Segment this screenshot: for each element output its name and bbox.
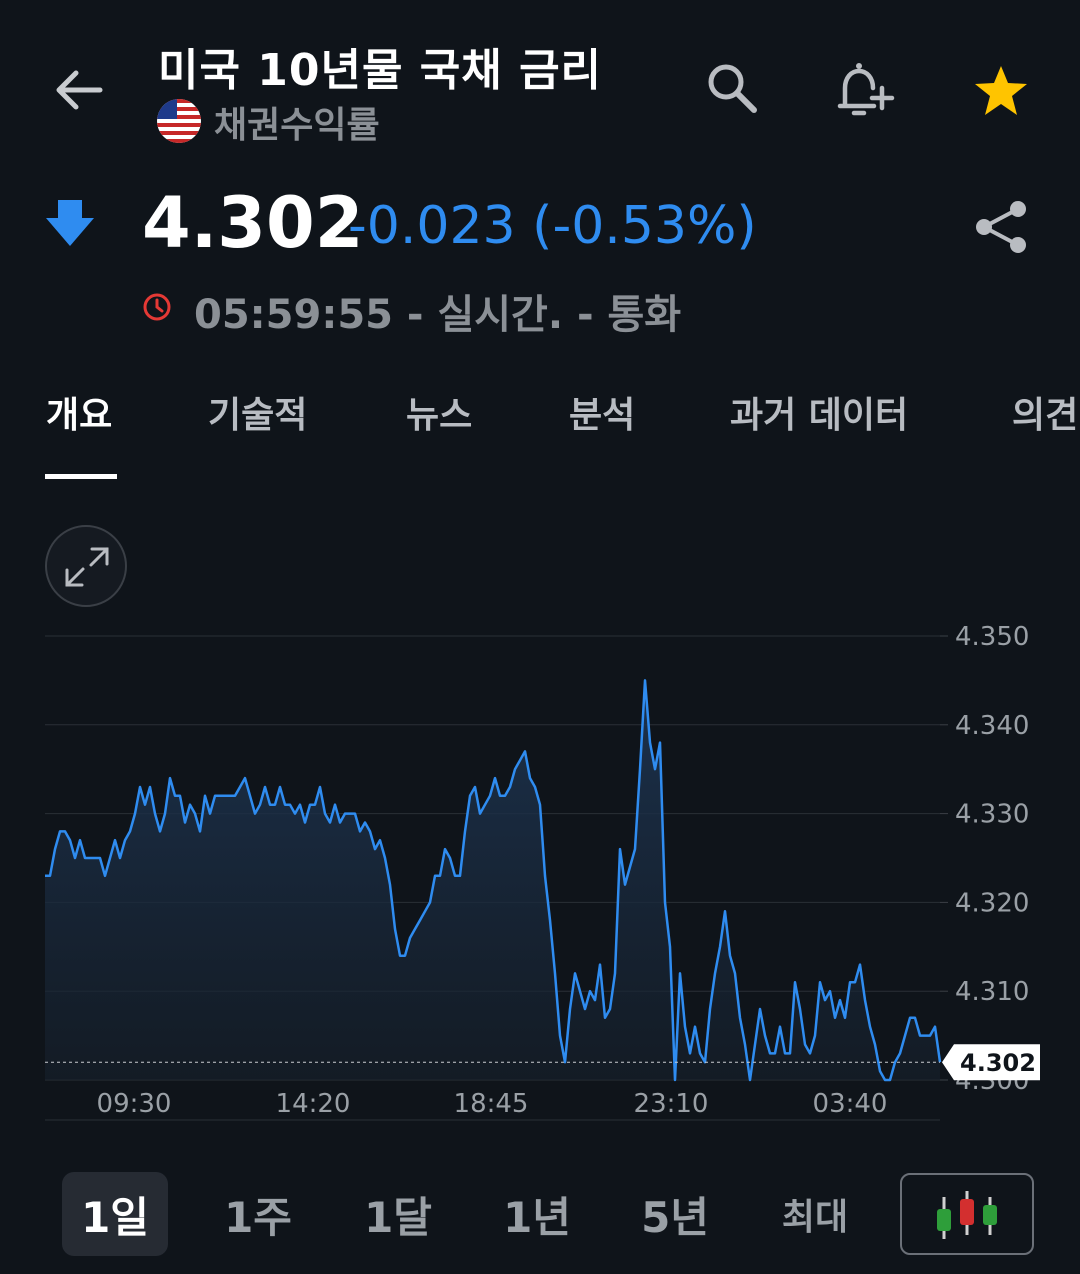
range-1y-button[interactable]: 1년 xyxy=(484,1172,590,1256)
price-change: -0.023 (-0.53%) xyxy=(348,196,757,256)
candlestick-toggle-button[interactable] xyxy=(900,1173,1034,1255)
x-tick-label: 14:20 xyxy=(276,1089,351,1119)
tab-technical[interactable]: 기술적 xyxy=(208,386,307,438)
active-tab-indicator xyxy=(45,474,117,479)
y-tick-label: 4.350 xyxy=(955,622,1029,652)
tab-overview[interactable]: 개요 xyxy=(46,386,112,438)
range-1w-button[interactable]: 1주 xyxy=(205,1172,311,1256)
tab-opinions[interactable]: 의견 xyxy=(1012,386,1078,438)
price-area xyxy=(45,680,940,1080)
expand-icon xyxy=(65,547,109,587)
arrow-down-icon xyxy=(46,200,94,246)
page-title: 미국 10년물 국채 금리 xyxy=(158,45,603,96)
last-price: 4.302 xyxy=(142,182,364,264)
range-max-button[interactable]: 최대 xyxy=(762,1172,868,1256)
expand-chart-button[interactable] xyxy=(45,525,127,607)
clock-icon xyxy=(143,293,171,321)
x-tick-label: 23:10 xyxy=(634,1089,709,1119)
y-tick-label: 4.340 xyxy=(955,711,1029,741)
x-tick-label: 18:45 xyxy=(454,1089,529,1119)
last-price-label: 4.302 xyxy=(960,1049,1036,1077)
star-icon[interactable] xyxy=(972,62,1030,120)
us-flag-icon xyxy=(157,99,201,143)
range-5y-button[interactable]: 5년 xyxy=(622,1172,728,1256)
tab-historical-data[interactable]: 과거 데이터 xyxy=(730,386,908,438)
x-tick-label: 09:30 xyxy=(97,1089,172,1119)
share-icon[interactable] xyxy=(972,198,1030,256)
y-tick-label: 4.320 xyxy=(955,888,1029,918)
candlestick-icon xyxy=(937,1191,997,1239)
y-tick-label: 4.310 xyxy=(955,977,1029,1007)
y-tick-label: 4.330 xyxy=(955,800,1029,830)
last-price-marker: 4.302 xyxy=(942,1044,1040,1081)
market-status: 05:59:55 - 실시간. - 통화 xyxy=(194,292,682,338)
range-1m-button[interactable]: 1달 xyxy=(345,1172,451,1256)
tab-news[interactable]: 뉴스 xyxy=(406,386,472,438)
search-icon[interactable] xyxy=(704,60,760,116)
x-tick-label: 03:40 xyxy=(813,1089,888,1119)
add-alert-icon[interactable] xyxy=(832,58,898,124)
instrument-type: 채권수익률 xyxy=(214,105,380,146)
price-chart[interactable]: 4.3504.3404.3304.3204.3104.300 09:30 14:2… xyxy=(0,610,1080,1140)
arrow-left-icon[interactable] xyxy=(48,60,108,120)
range-1d-button[interactable]: 1일 xyxy=(62,1172,168,1256)
tab-analysis[interactable]: 분석 xyxy=(569,386,635,438)
